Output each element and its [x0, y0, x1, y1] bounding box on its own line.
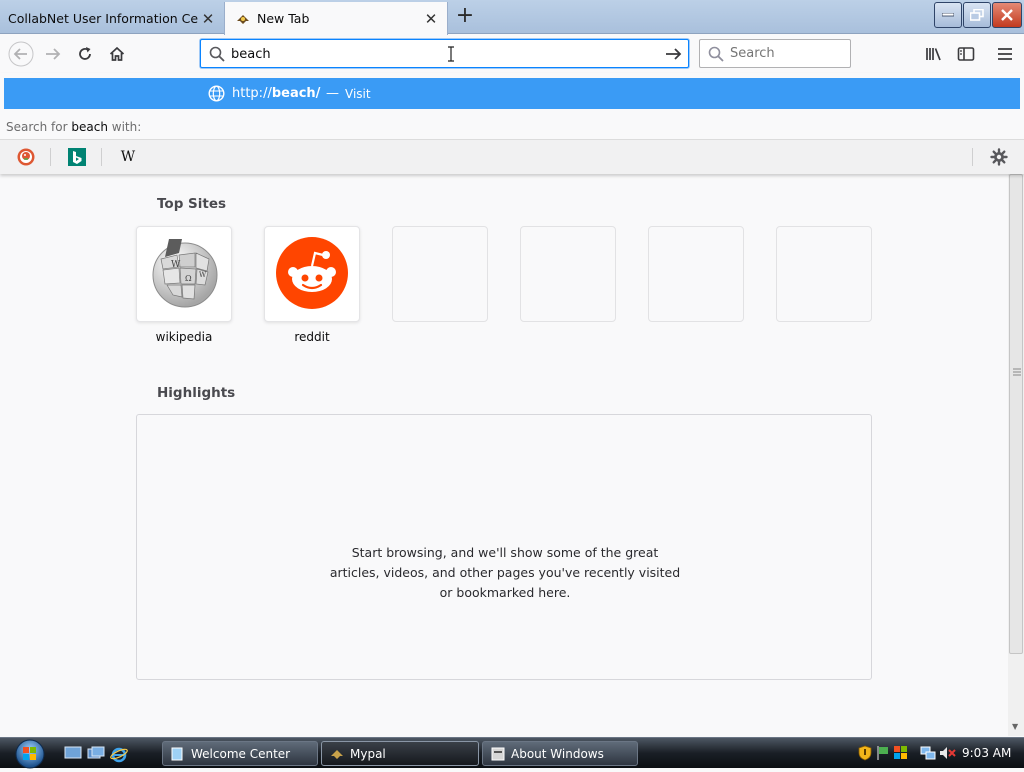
reload-button[interactable]: [70, 39, 100, 69]
clock-time[interactable]: 9:03 AM: [962, 746, 1011, 760]
visit-separator: —: [326, 86, 339, 101]
forward-button[interactable]: [38, 39, 68, 69]
engine-separator: [50, 148, 51, 166]
text-cursor-icon: [447, 46, 455, 65]
scroll-down-arrow-icon[interactable]: ▼: [1012, 722, 1018, 731]
highlights-heading: Highlights: [157, 385, 236, 401]
search-icon: [708, 46, 724, 65]
navigation-toolbar: [0, 35, 1024, 73]
tab-collabnet[interactable]: CollabNet User Information Center ✕: [0, 3, 224, 34]
about-windows-icon: [491, 747, 505, 761]
top-site-tile-wikipedia[interactable]: W Ω W: [136, 226, 232, 322]
task-label: Mypal: [350, 746, 386, 761]
tab-new-tab[interactable]: New Tab ✕: [224, 2, 448, 35]
show-desktop-icon[interactable]: [64, 746, 82, 763]
top-site-label: reddit: [294, 330, 330, 344]
engine-separator: [972, 148, 973, 166]
visit-label: Visit: [345, 87, 371, 101]
taskbar-item-about-windows[interactable]: About Windows: [482, 741, 638, 766]
wikipedia-globe-icon: W Ω W: [149, 237, 221, 312]
task-label: Welcome Center: [191, 746, 291, 761]
welcome-center-icon: [171, 747, 185, 761]
one-off-search-engines: W: [0, 139, 1024, 174]
security-shield-icon[interactable]: [858, 745, 872, 764]
library-button[interactable]: [919, 39, 949, 69]
wikipedia-icon[interactable]: W: [117, 146, 139, 168]
duckduckgo-icon[interactable]: [15, 146, 37, 168]
search-with-suffix: with:: [111, 120, 142, 134]
highlights-empty-message: Start browsing, and we'll show some of t…: [329, 545, 681, 600]
tab-strip: CollabNet User Information Center ✕ New …: [0, 0, 1024, 35]
close-tab-icon[interactable]: ✕: [198, 9, 218, 29]
search-input[interactable]: [730, 46, 840, 61]
url-input[interactable]: [231, 45, 651, 63]
taskbar-item-mypal[interactable]: Mypal: [321, 741, 479, 766]
gear-icon[interactable]: [988, 146, 1010, 168]
scrollbar-thumb[interactable]: [1009, 174, 1023, 654]
task-label: About Windows: [511, 746, 604, 761]
top-site-tile-empty[interactable]: [648, 226, 744, 322]
visit-suggestion-row[interactable]: http://beach/ — Visit: [4, 78, 1020, 109]
mypal-favicon-icon: [235, 12, 251, 26]
page-scrollbar[interactable]: ▼: [1008, 174, 1024, 736]
restore-window-button[interactable]: [963, 2, 991, 28]
search-with-term: beach: [71, 120, 108, 134]
search-bar[interactable]: [699, 39, 851, 68]
close-window-button[interactable]: [992, 2, 1022, 28]
mypal-icon: [330, 747, 344, 761]
top-site-tile-empty[interactable]: [520, 226, 616, 322]
search-with-label: Search for beach with:: [6, 120, 141, 134]
visit-url: http://beach/: [232, 86, 320, 101]
top-sites-heading: Top Sites: [157, 196, 227, 212]
highlights-empty-state: Start browsing, and we'll show some of t…: [136, 414, 872, 680]
engine-separator: [101, 148, 102, 166]
internet-explorer-icon[interactable]: [110, 745, 128, 766]
visit-url-prefix: http://: [232, 86, 272, 101]
volume-muted-icon[interactable]: [939, 745, 957, 764]
flag-icon[interactable]: [876, 745, 890, 764]
address-bar[interactable]: [200, 39, 689, 68]
new-tab-button[interactable]: +: [453, 5, 477, 29]
windows-taskbar: Welcome Center Mypal About Windows 9:03 …: [0, 737, 1024, 769]
go-arrow-icon[interactable]: [665, 46, 683, 65]
menu-hamburger-icon[interactable]: [990, 39, 1020, 69]
search-with-prefix: Search for: [6, 120, 68, 134]
top-site-tile-empty[interactable]: [776, 226, 872, 322]
windows-update-icon[interactable]: [893, 745, 909, 764]
globe-icon: [208, 85, 225, 105]
close-tab-icon[interactable]: ✕: [421, 9, 441, 29]
url-autocomplete-popup: http://beach/ — Visit Search for beach w…: [0, 73, 1024, 174]
minimize-window-button[interactable]: [934, 2, 962, 28]
back-button[interactable]: [6, 39, 36, 69]
tab-label: New Tab: [257, 11, 310, 26]
svg-text:Ω: Ω: [185, 274, 192, 283]
taskbar-item-welcome-center[interactable]: Welcome Center: [162, 741, 318, 766]
switch-windows-icon[interactable]: [87, 746, 105, 763]
search-icon: [209, 46, 225, 65]
sidebar-toggle-button[interactable]: [951, 39, 981, 69]
top-site-tile-reddit[interactable]: [264, 226, 360, 322]
top-site-label: wikipedia: [155, 330, 213, 344]
svg-text:W: W: [171, 260, 181, 270]
network-icon[interactable]: [920, 745, 936, 764]
home-button[interactable]: [102, 39, 132, 69]
svg-text:W: W: [199, 271, 207, 279]
new-tab-page: Top Sites W Ω W wikipedia reddit Highlig…: [0, 174, 1008, 736]
tab-label: CollabNet User Information Center: [8, 11, 198, 26]
bing-icon[interactable]: [66, 146, 88, 168]
start-button[interactable]: [8, 738, 52, 769]
visit-url-host: beach/: [271, 86, 321, 101]
reddit-icon: [276, 237, 348, 312]
top-site-tile-empty[interactable]: [392, 226, 488, 322]
